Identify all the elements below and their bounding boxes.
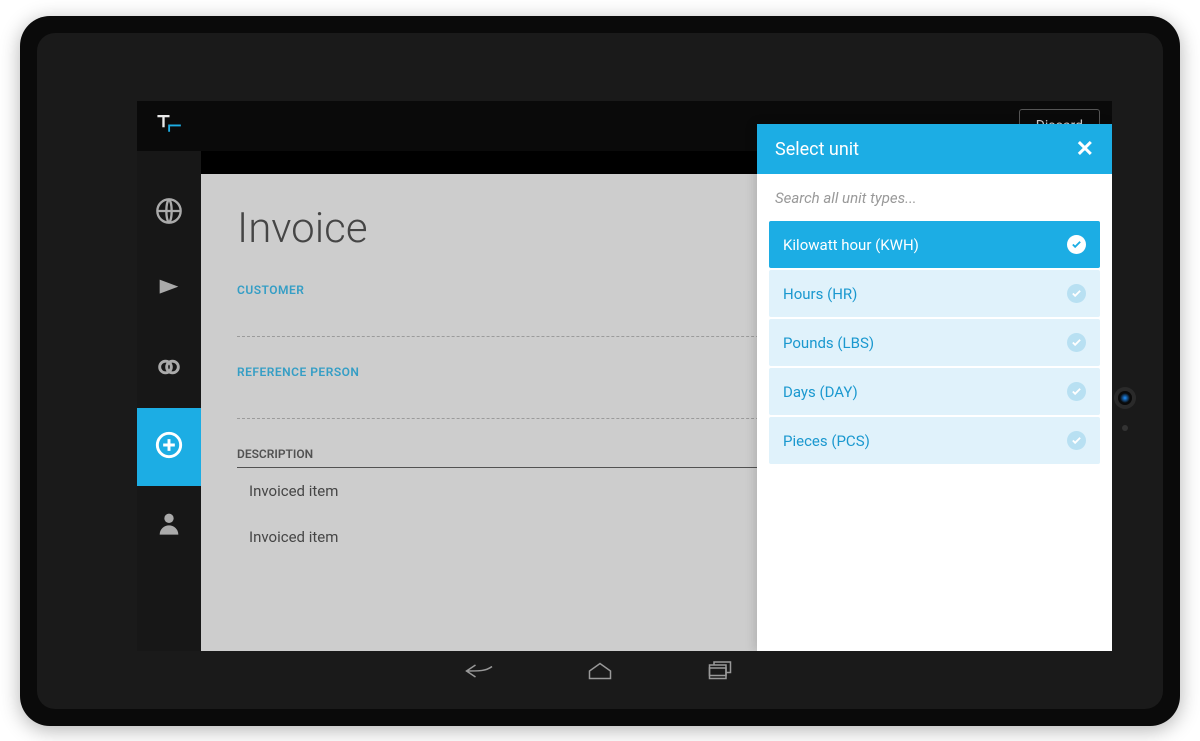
check-circle-icon [1067,382,1086,401]
unit-label: Hours (HR) [783,285,1067,303]
unit-label: Pieces (PCS) [783,432,1067,450]
home-icon [585,668,615,687]
recents-icon [705,668,735,687]
tablet-inner: 15:23 ⸆⌐ Discard [37,33,1163,709]
unit-option-hr[interactable]: Hours (HR) [769,270,1100,317]
check-circle-icon [1067,431,1086,450]
camera-dot [1122,425,1128,431]
android-nav-bar [465,659,735,687]
link-icon [155,353,183,385]
sidebar-item-globe[interactable] [137,174,201,252]
select-unit-panel: Select unit ✕ Kilowatt hour (KWH) [757,124,1112,651]
customer-field[interactable]: ▶ [237,315,824,337]
recents-button[interactable] [705,659,735,687]
close-icon: ✕ [1076,137,1094,162]
unit-option-kwh[interactable]: Kilowatt hour (KWH) [769,221,1100,268]
unit-option-pcs[interactable]: Pieces (PCS) [769,417,1100,464]
search-input[interactable] [775,189,1094,207]
camera-lens [1118,391,1132,405]
back-icon [465,668,495,687]
sidebar-item-user[interactable] [137,486,201,564]
unit-list: Kilowatt hour (KWH) Hours (HR) Pounds (L… [757,221,1112,466]
panel-header: Select unit ✕ [757,124,1112,174]
plus-circle-icon [155,431,183,463]
back-button[interactable] [465,659,495,687]
device-screen: 15:23 ⸆⌐ Discard [137,101,1112,651]
reference-field[interactable]: ▶ [237,397,824,419]
sidebar-item-link[interactable] [137,330,201,408]
sidebar-item-add[interactable] [137,408,201,486]
sidebar-item-flag[interactable] [137,252,201,330]
panel-search [757,174,1112,221]
unit-label: Days (DAY) [783,383,1067,401]
unit-option-day[interactable]: Days (DAY) [769,368,1100,415]
check-circle-icon [1067,235,1086,254]
unit-label: Pounds (LBS) [783,334,1067,352]
unit-label: Kilowatt hour (KWH) [783,236,1067,254]
globe-icon [155,197,183,229]
app-logo: ⸆⌐ [157,113,182,139]
unit-option-lbs[interactable]: Pounds (LBS) [769,319,1100,366]
tablet-frame: 15:23 ⸆⌐ Discard [20,16,1180,726]
sidebar [137,124,201,651]
check-circle-icon [1067,333,1086,352]
close-button[interactable]: ✕ [1076,137,1094,162]
user-icon [155,509,183,541]
check-circle-icon [1067,284,1086,303]
panel-title: Select unit [775,139,1076,160]
flag-icon [155,275,183,307]
home-button[interactable] [585,659,615,687]
